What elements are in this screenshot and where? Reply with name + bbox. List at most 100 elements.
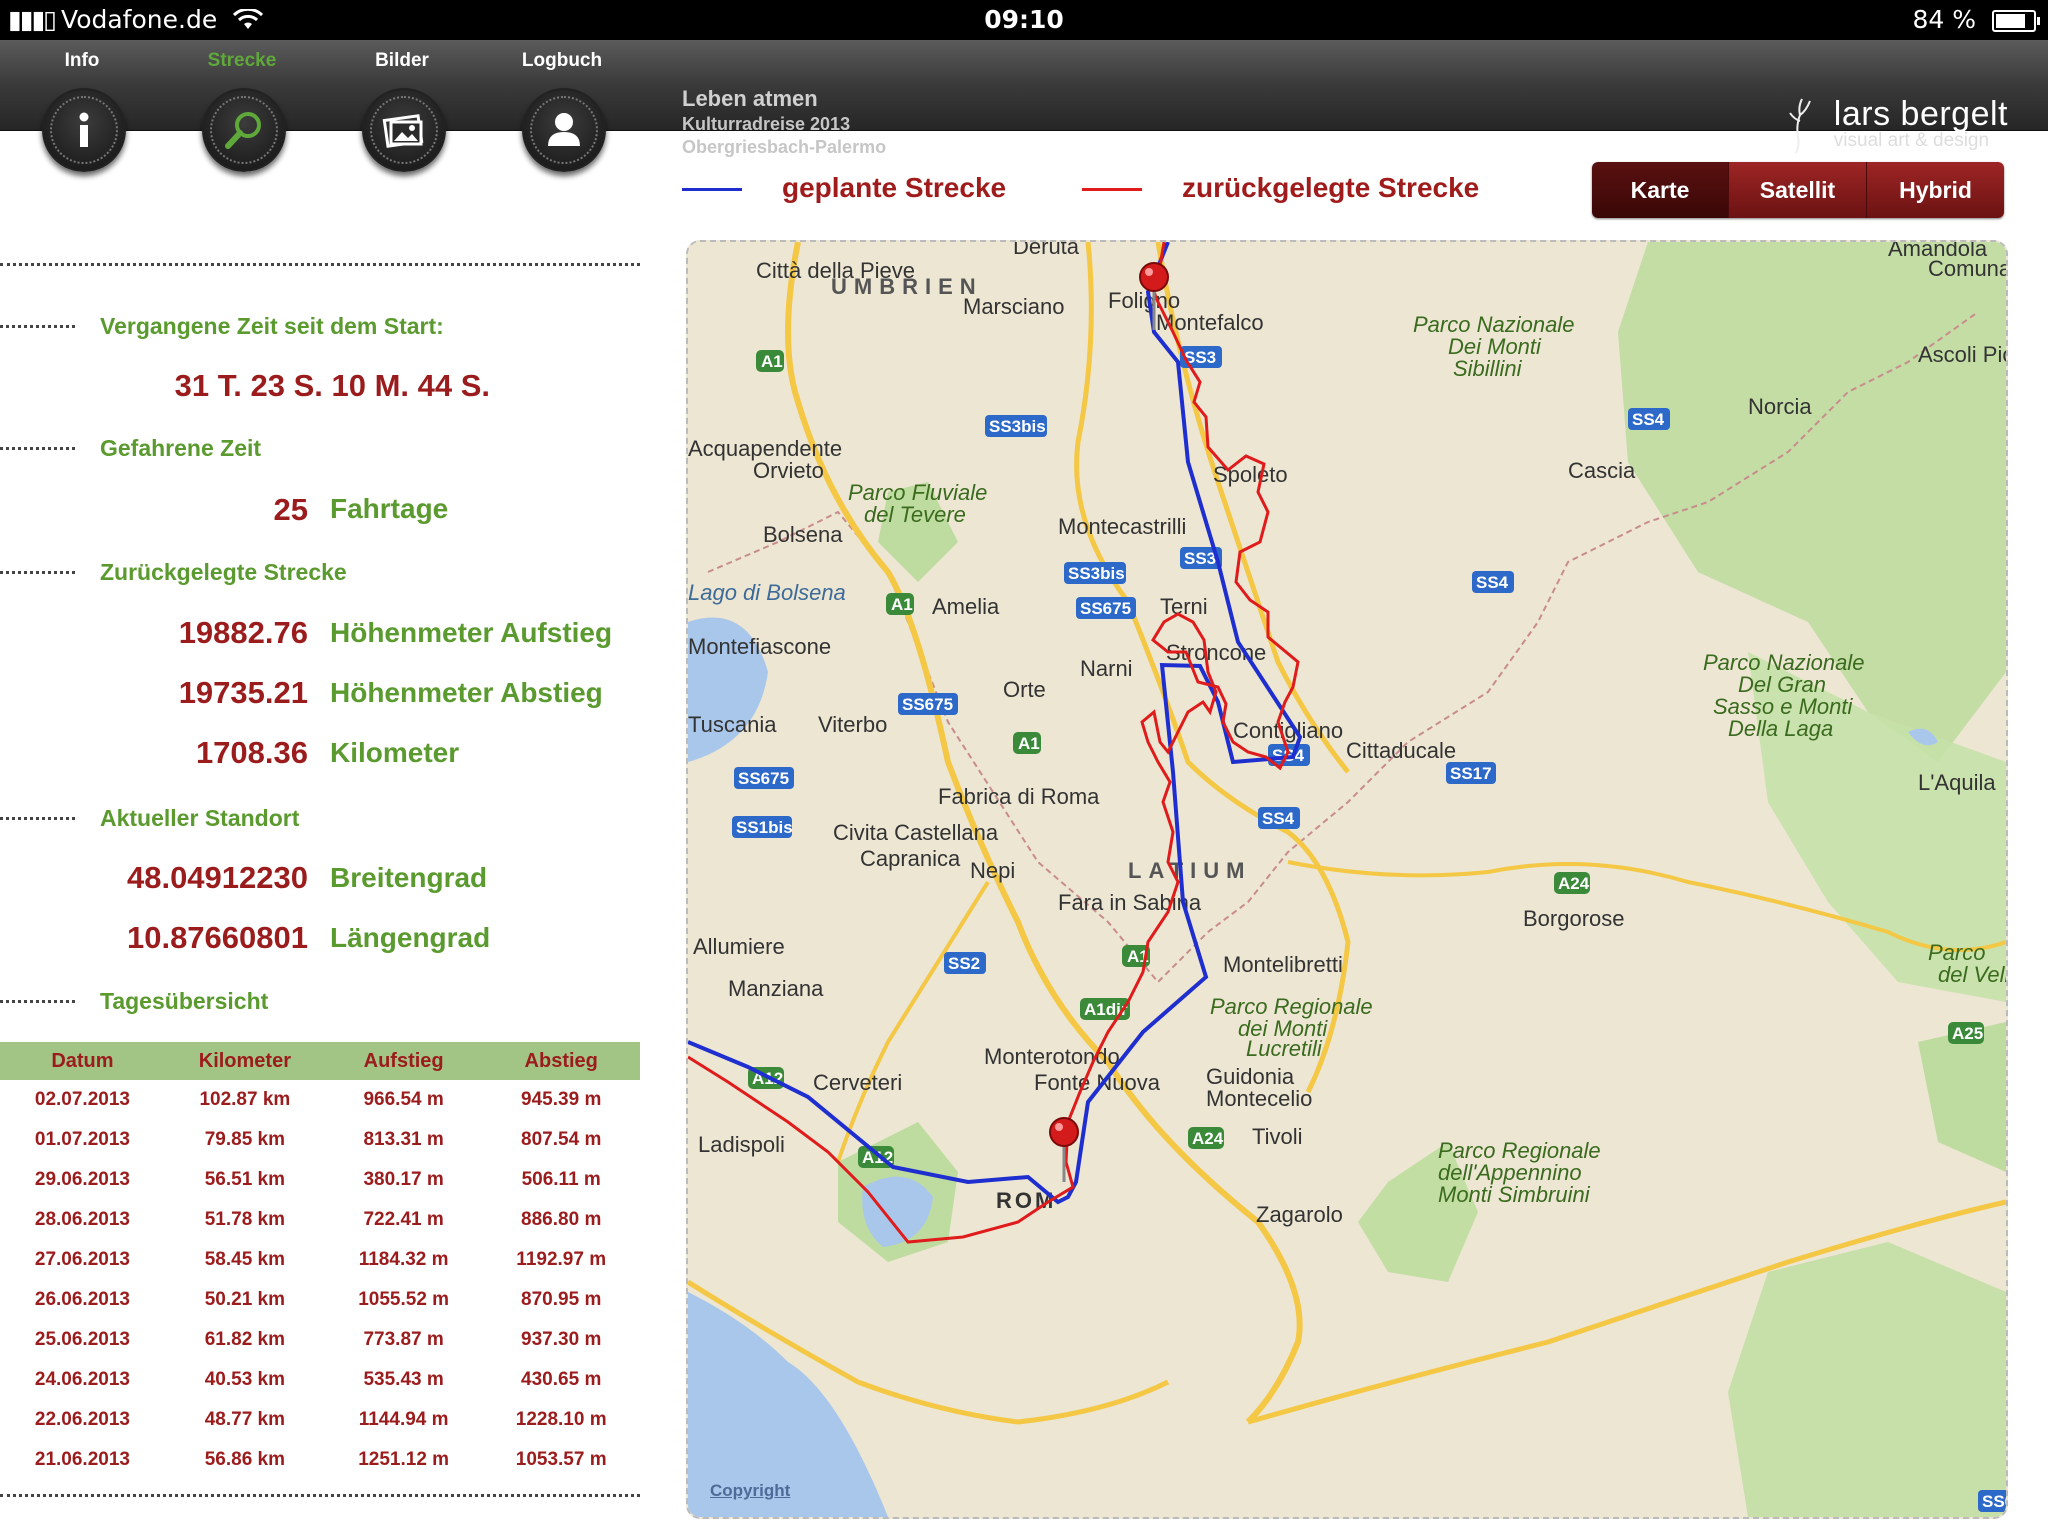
map-type-switch: Karte Satellit Hybrid [1592,162,2004,218]
logbuch-button[interactable] [522,88,606,172]
svg-text:A1: A1 [1018,734,1040,753]
cell-descent: 506.11 m [521,1169,601,1190]
divider [0,447,75,450]
elapsed-label: Vergangene Zeit seit dem Start: [100,313,444,339]
divider [0,325,75,328]
elapsed-value: 31 T. 23 S. 10 M. 44 S. [174,368,490,403]
cell-descent: 1053.57 m [515,1449,607,1470]
svg-text:SS690: SS690 [1982,1492,2006,1511]
route-map[interactable]: Deruta Città della Pieve UMBRIEN Marscia… [686,240,2008,1519]
svg-text:Allumiere: Allumiere [693,934,785,959]
legend-traveled: zurückgelegte Strecke [1082,172,1479,204]
table-row: 21.06.2013 56.86 km 1251.12 m 1053.57 m [0,1440,640,1480]
cell-km: 56.51 km [204,1169,286,1190]
bilder-button[interactable] [362,88,446,172]
table-row: 22.06.2013 48.77 km 1144.94 m 1228.10 m [0,1400,640,1440]
latitude-unit: Breitengrad [330,862,488,893]
svg-text:Borgorose: Borgorose [1523,906,1625,931]
svg-text:Cascia: Cascia [1568,458,1636,483]
km-value: 1708.36 [195,735,308,770]
descent-unit: Höhenmeter Abstieg [330,677,603,708]
map-copyright-link[interactable]: Copyright [710,1481,790,1501]
svg-text:Narni: Narni [1080,656,1133,681]
svg-text:Cittaducale: Cittaducale [1346,738,1456,763]
logo-tagline: visual art & design [1833,130,1990,151]
svg-text:SS675: SS675 [902,695,953,714]
svg-text:Tivoli: Tivoli [1252,1124,1303,1149]
svg-text:Della Laga: Della Laga [1728,716,1833,741]
svg-text:SS4: SS4 [1262,809,1295,828]
svg-text:Montelibretti: Montelibretti [1223,952,1343,977]
tab-bilder[interactable]: Bilder [332,40,472,172]
svg-text:Sibillini: Sibillini [1453,356,1523,381]
svg-text:Zagarolo: Zagarolo [1256,1202,1343,1227]
user-icon [548,113,580,146]
daily-overview-table: Datum Kilometer Aufstieg Abstieg 02.07.2… [0,1042,640,1480]
descent-value: 19735.21 [178,675,308,710]
svg-text:SS4: SS4 [1632,410,1665,429]
location-label: Aktueller Standort [100,805,300,831]
svg-text:del Tevere: del Tevere [864,502,966,527]
longitude-unit: Längengrad [330,922,491,953]
tab-strecke[interactable]: Strecke [172,40,312,172]
info-button[interactable] [42,88,126,172]
cell-date: 24.06.2013 [34,1369,130,1390]
cell-ascent: 1144.94 m [358,1409,449,1430]
distance-label: Zurückgelegte Strecke [100,559,347,585]
svg-text:Montecelio: Montecelio [1206,1086,1312,1111]
tab-info[interactable]: Info [12,40,152,172]
tab-logbuch[interactable]: Logbuch [492,40,632,172]
cell-date: 01.07.2013 [34,1129,130,1150]
map-type-satellit[interactable]: Satellit [1729,162,1867,218]
svg-text:Norcia: Norcia [1748,394,1812,419]
svg-text:Montecastrilli: Montecastrilli [1058,514,1186,539]
svg-text:A24: A24 [1558,874,1590,893]
svg-text:A1: A1 [891,595,913,614]
svg-text:L'Aquila: L'Aquila [1918,770,1996,795]
svg-text:Montefiascone: Montefiascone [688,634,831,659]
cell-descent: 1192.97 m [516,1249,607,1270]
svg-text:SS675: SS675 [1080,599,1131,618]
cell-date: 29.06.2013 [34,1169,130,1190]
svg-text:Orte: Orte [1003,677,1046,702]
cell-km: 61.82 km [204,1329,286,1350]
svg-text:A24: A24 [1192,1129,1224,1148]
divider [0,817,75,820]
cell-descent: 870.95 m [521,1289,602,1310]
svg-text:Civita Castellana: Civita Castellana [833,820,999,845]
svg-text:Ascoli Piceno: Ascoli Piceno [1918,342,2006,367]
cell-ascent: 966.54 m [363,1089,444,1110]
top-toolbar: Info Strecke Bilder Logbuch Leben atmen … [0,40,2048,172]
cell-descent: 1228.10 m [515,1409,607,1430]
cell-descent: 886.80 m [521,1209,602,1230]
ride-days-value: 25 [273,492,308,527]
table-row: 24.06.2013 40.53 km 535.43 m 430.65 m [0,1360,640,1400]
ascent-unit: Höhenmeter Aufstieg [330,617,613,648]
svg-text:Terni: Terni [1160,594,1208,619]
cell-date: 25.06.2013 [34,1329,130,1350]
battery-icon [1992,10,2040,32]
strecke-button[interactable] [202,88,286,172]
cell-date: 26.06.2013 [34,1289,130,1310]
cell-ascent: 1055.52 m [358,1289,450,1310]
svg-text:del Velino: del Velino [1938,962,2006,987]
clock: 09:10 [984,5,1064,34]
divider [0,1494,640,1497]
cell-ascent: 1251.12 m [358,1449,450,1470]
cell-descent: 945.39 m [521,1089,602,1110]
legend-planned: geplante Strecke [682,172,1006,204]
cell-km: 50.21 km [204,1289,286,1310]
project-subtitle: Kulturradreise 2013 [682,114,851,134]
svg-text:SS1bis: SS1bis [736,818,793,837]
col-header-ascent: Aufstieg [324,1042,483,1080]
svg-text:SS3: SS3 [1184,549,1216,568]
cell-descent: 807.54 m [521,1129,602,1150]
cell-ascent: 813.31 m [363,1129,444,1150]
map-type-hybrid[interactable]: Hybrid [1867,162,2004,218]
svg-text:SS3bis: SS3bis [1068,564,1125,583]
cell-date: 02.07.2013 [34,1089,130,1110]
svg-text:SS4: SS4 [1476,573,1509,592]
col-header-date: Datum [0,1042,165,1080]
map-type-karte[interactable]: Karte [1592,162,1729,218]
svg-text:A1: A1 [761,352,783,371]
